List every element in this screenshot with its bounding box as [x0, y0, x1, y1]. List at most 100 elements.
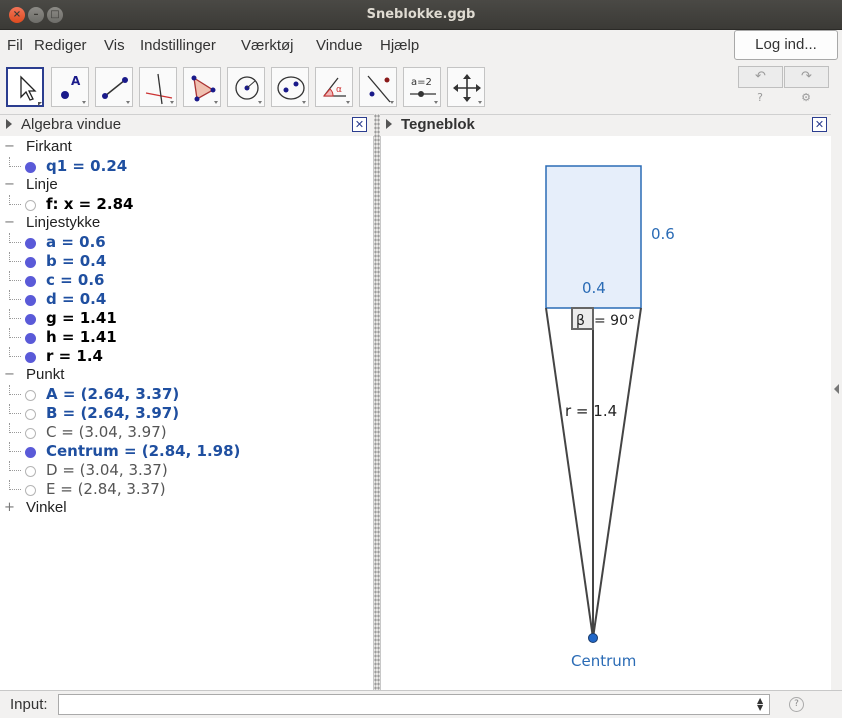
- group-punkt[interactable]: − Punkt: [0, 366, 370, 385]
- move-view-tool-button[interactable]: [447, 67, 485, 107]
- collapse-minus-icon[interactable]: −: [4, 368, 15, 381]
- login-button[interactable]: Log ind...: [734, 30, 838, 60]
- menu-vaerktoj[interactable]: Værktøj: [241, 37, 294, 54]
- collapse-triangle-icon[interactable]: [386, 119, 392, 129]
- list-item[interactable]: r = 1.4: [0, 347, 370, 366]
- menu-rediger[interactable]: Rediger: [34, 37, 87, 54]
- list-item[interactable]: b = 0.4: [0, 252, 370, 271]
- visibility-toggle[interactable]: [25, 466, 36, 477]
- visibility-toggle[interactable]: [25, 390, 36, 401]
- redo-button[interactable]: ↷: [784, 66, 829, 88]
- side-panel-handle[interactable]: [831, 114, 842, 690]
- input-history-arrows-icon[interactable]: ▲ ▼: [757, 697, 763, 712]
- item-text: r = 1.4: [46, 347, 103, 365]
- toolbar: A α a=2 ↶ ↷ ? ⚙: [0, 62, 842, 114]
- segment-g[interactable]: [545, 307, 594, 639]
- menu-indstillinger[interactable]: Indstillinger: [140, 37, 216, 54]
- visibility-toggle[interactable]: [25, 352, 36, 363]
- list-item[interactable]: d = 0.4: [0, 290, 370, 309]
- visibility-toggle[interactable]: [25, 162, 36, 173]
- polygon-tool-button[interactable]: [183, 67, 221, 107]
- item-text: b = 0.4: [46, 252, 107, 270]
- visibility-toggle[interactable]: [25, 200, 36, 211]
- item-text: c = 0.6: [46, 271, 105, 289]
- expand-left-icon[interactable]: [834, 384, 839, 394]
- move-tool-button[interactable]: [6, 67, 44, 107]
- close-panel-icon[interactable]: ✕: [812, 117, 827, 132]
- visibility-toggle[interactable]: [25, 295, 36, 306]
- collapse-triangle-icon[interactable]: [6, 119, 12, 129]
- collapse-minus-icon[interactable]: −: [4, 178, 15, 191]
- collapse-minus-icon[interactable]: −: [4, 216, 15, 229]
- graphics-view[interactable]: β = 90° 0.6 0.4 r = 1.4 Centrum: [380, 136, 831, 690]
- input-label: Input:: [10, 696, 48, 713]
- list-item[interactable]: a = 0.6: [0, 233, 370, 252]
- center-point[interactable]: [588, 633, 598, 643]
- tree-connector: [9, 347, 21, 357]
- group-linjestykke[interactable]: − Linjestykke: [0, 214, 370, 233]
- ellipse-tool-button[interactable]: [271, 67, 309, 107]
- menu-bar: Fil Rediger Vis Indstillinger Værktøj Vi…: [0, 30, 842, 60]
- visibility-toggle[interactable]: [25, 276, 36, 287]
- menu-fil[interactable]: Fil: [7, 37, 23, 54]
- tree-connector: [9, 233, 21, 243]
- group-firkant[interactable]: − Firkant: [0, 138, 370, 157]
- move-arrows-icon: [453, 74, 482, 104]
- item-text: g = 1.41: [46, 309, 117, 327]
- input-field[interactable]: [58, 694, 770, 715]
- title-bar: × – □ Sneblokke.ggb: [0, 0, 842, 30]
- drawing-canvas[interactable]: β = 90° 0.6 0.4 r = 1.4 Centrum: [381, 136, 832, 690]
- help-icon[interactable]: ?: [752, 90, 768, 106]
- tree-connector: [9, 252, 21, 262]
- group-label: Firkant: [26, 138, 72, 155]
- list-item[interactable]: c = 0.6: [0, 271, 370, 290]
- list-item[interactable]: Centrum = (2.84, 1.98): [0, 442, 370, 461]
- circle-tool-button[interactable]: [227, 67, 265, 107]
- list-item[interactable]: B = (2.64, 3.97): [0, 404, 370, 423]
- algebra-panel-title: Algebra vindue: [21, 116, 122, 133]
- undo-button[interactable]: ↶: [738, 66, 783, 88]
- group-label: Punkt: [26, 366, 65, 383]
- list-item[interactable]: q1 = 0.24: [0, 157, 370, 176]
- menu-hjaelp[interactable]: Hjælp: [380, 37, 419, 54]
- close-panel-icon[interactable]: ✕: [352, 117, 367, 132]
- visibility-toggle[interactable]: [25, 485, 36, 496]
- list-item[interactable]: C = (3.04, 3.97): [0, 423, 370, 442]
- graphics-panel-header: Tegneblok ✕: [380, 114, 831, 135]
- list-item[interactable]: E = (2.84, 3.37): [0, 480, 370, 499]
- list-item[interactable]: g = 1.41: [0, 309, 370, 328]
- visibility-toggle[interactable]: [25, 238, 36, 249]
- item-text: E = (2.84, 3.37): [46, 480, 166, 498]
- visibility-toggle[interactable]: [25, 257, 36, 268]
- visibility-toggle[interactable]: [25, 333, 36, 344]
- line-tool-button[interactable]: [95, 67, 133, 107]
- group-label: Linje: [26, 176, 58, 193]
- settings-icon[interactable]: ⚙: [798, 90, 814, 106]
- visibility-toggle[interactable]: [25, 447, 36, 458]
- segment-h[interactable]: [592, 307, 642, 639]
- menu-vis[interactable]: Vis: [104, 37, 125, 54]
- group-linje[interactable]: − Linje: [0, 176, 370, 195]
- angle-tool-button[interactable]: α: [315, 67, 353, 107]
- item-text: D = (3.04, 3.37): [46, 461, 168, 479]
- list-item[interactable]: D = (3.04, 3.37): [0, 461, 370, 480]
- item-text: d = 0.4: [46, 290, 107, 308]
- svg-text:a=2: a=2: [411, 77, 432, 88]
- menu-vindue[interactable]: Vindue: [316, 37, 362, 54]
- collapse-minus-icon[interactable]: −: [4, 140, 15, 153]
- reflect-tool-button[interactable]: [359, 67, 397, 107]
- list-item[interactable]: f: x = 2.84: [0, 195, 370, 214]
- tree-connector: [9, 442, 21, 452]
- expand-plus-icon[interactable]: +: [4, 501, 15, 514]
- perpendicular-tool-button[interactable]: [139, 67, 177, 107]
- list-item[interactable]: A = (2.64, 3.37): [0, 385, 370, 404]
- point-tool-button[interactable]: A: [51, 67, 89, 107]
- visibility-toggle[interactable]: [25, 314, 36, 325]
- polygon-icon: [191, 75, 218, 104]
- input-help-icon[interactable]: ?: [789, 697, 804, 712]
- visibility-toggle[interactable]: [25, 409, 36, 420]
- slider-tool-button[interactable]: a=2: [403, 67, 441, 107]
- visibility-toggle[interactable]: [25, 428, 36, 439]
- list-item[interactable]: h = 1.41: [0, 328, 370, 347]
- group-vinkel[interactable]: + Vinkel: [0, 499, 370, 518]
